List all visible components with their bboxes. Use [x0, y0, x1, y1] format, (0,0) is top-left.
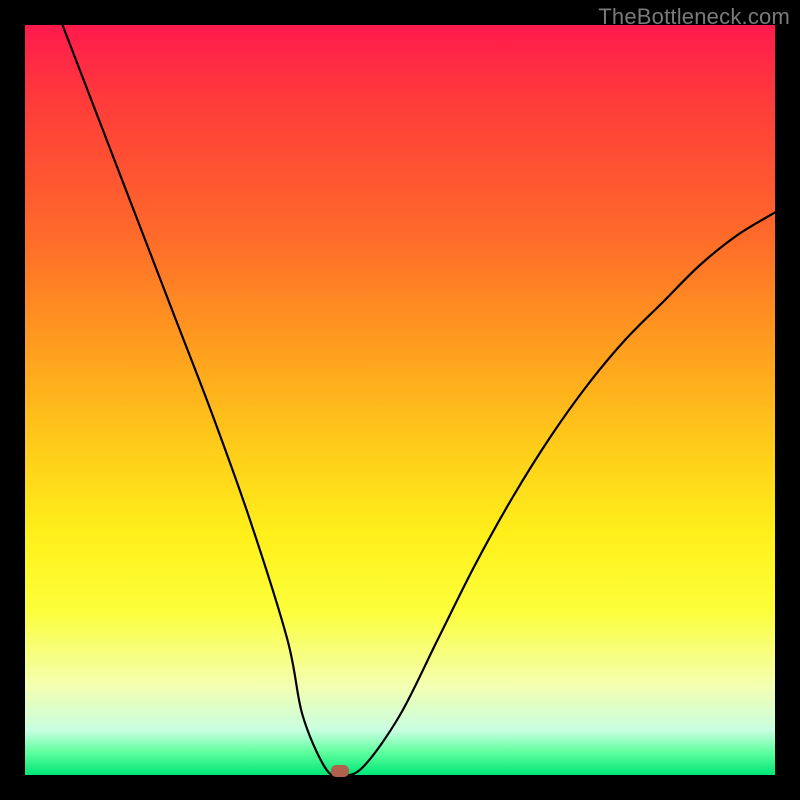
optimal-point-marker [331, 765, 349, 777]
plot-area [25, 25, 775, 775]
chart-frame: TheBottleneck.com [0, 0, 800, 800]
bottleneck-curve [25, 25, 775, 775]
watermark-text: TheBottleneck.com [598, 4, 790, 30]
